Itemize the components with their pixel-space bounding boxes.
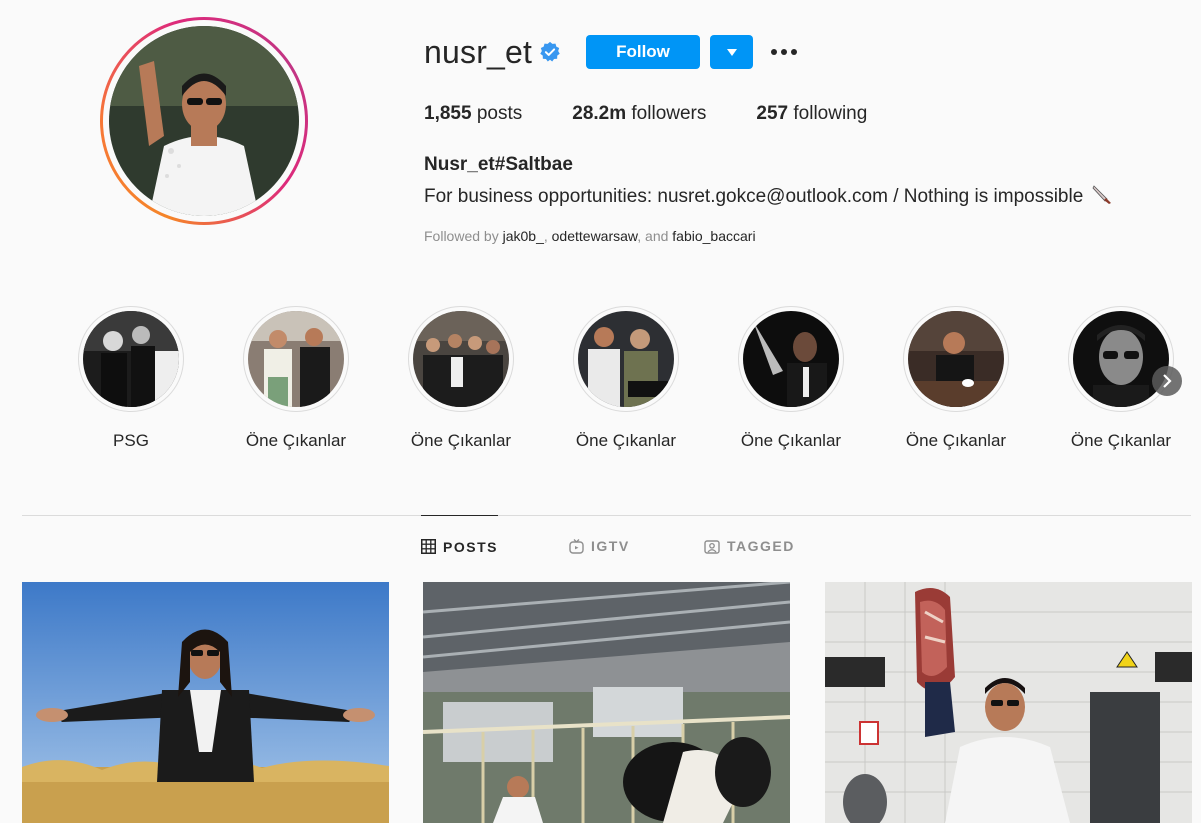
- tagged-icon: [704, 539, 720, 554]
- profile-stats: 1,855 posts 28.2m followers 257 followin…: [424, 103, 917, 125]
- story-highlight[interactable]: Öne Çıkanlar: [573, 306, 679, 451]
- post-thumbnail[interactable]: [22, 582, 389, 823]
- followed-by-user[interactable]: jak0b_: [503, 228, 544, 244]
- highlight-thumbnail: [578, 311, 674, 407]
- tab-igtv[interactable]: IGTV: [569, 515, 630, 577]
- highlight-thumbnail: [83, 311, 179, 407]
- profile-full-name: Nusr_et#Saltbae: [424, 154, 573, 175]
- highlight-thumbnail: [413, 311, 509, 407]
- posts-count: 1,855 posts: [424, 103, 523, 124]
- highlight-thumbnail: [248, 311, 344, 407]
- highlight-thumbnail: [1073, 311, 1169, 407]
- tab-tagged[interactable]: TAGGED: [704, 515, 795, 577]
- story-highlight[interactable]: Öne Çıkanlar: [243, 306, 349, 451]
- post-thumbnail[interactable]: [825, 582, 1192, 823]
- grid-icon: [421, 539, 436, 554]
- followed-by[interactable]: Followed by jak0b_, odettewarsaw, and fa…: [424, 228, 756, 244]
- story-highlight[interactable]: PSG: [78, 306, 184, 451]
- followed-by-user[interactable]: fabio_baccari: [672, 228, 755, 244]
- knife-emoji-icon: [1092, 185, 1111, 204]
- profile-avatar[interactable]: [100, 17, 308, 225]
- post-thumbnail[interactable]: [423, 582, 790, 823]
- highlights-next-button[interactable]: [1152, 366, 1182, 396]
- following-link[interactable]: 257 following: [756, 103, 867, 125]
- followed-by-user[interactable]: odettewarsaw: [552, 228, 638, 244]
- story-highlight[interactable]: Öne Çıkanlar: [738, 306, 844, 451]
- options-button[interactable]: [766, 38, 802, 66]
- verified-badge-icon: [540, 41, 560, 62]
- follow-button[interactable]: Follow: [586, 35, 700, 69]
- suggested-accounts-button[interactable]: [710, 35, 753, 69]
- tab-posts[interactable]: POSTS: [421, 515, 498, 577]
- story-highlight[interactable]: Öne Çıkanlar: [903, 306, 1009, 451]
- igtv-icon: [569, 538, 584, 554]
- chevron-right-icon: [1163, 374, 1172, 388]
- story-highlight[interactable]: Öne Çıkanlar: [408, 306, 514, 451]
- caret-down-icon: [726, 48, 737, 56]
- highlight-thumbnail: [743, 311, 839, 407]
- highlight-thumbnail: [908, 311, 1004, 407]
- followers-link[interactable]: 28.2m followers: [572, 103, 706, 125]
- avatar-image: [109, 26, 299, 216]
- profile-username: nusr_et: [424, 34, 533, 70]
- more-dots-icon: [771, 49, 777, 55]
- profile-bio: For business opportunities: nusret.gokce…: [424, 183, 1113, 208]
